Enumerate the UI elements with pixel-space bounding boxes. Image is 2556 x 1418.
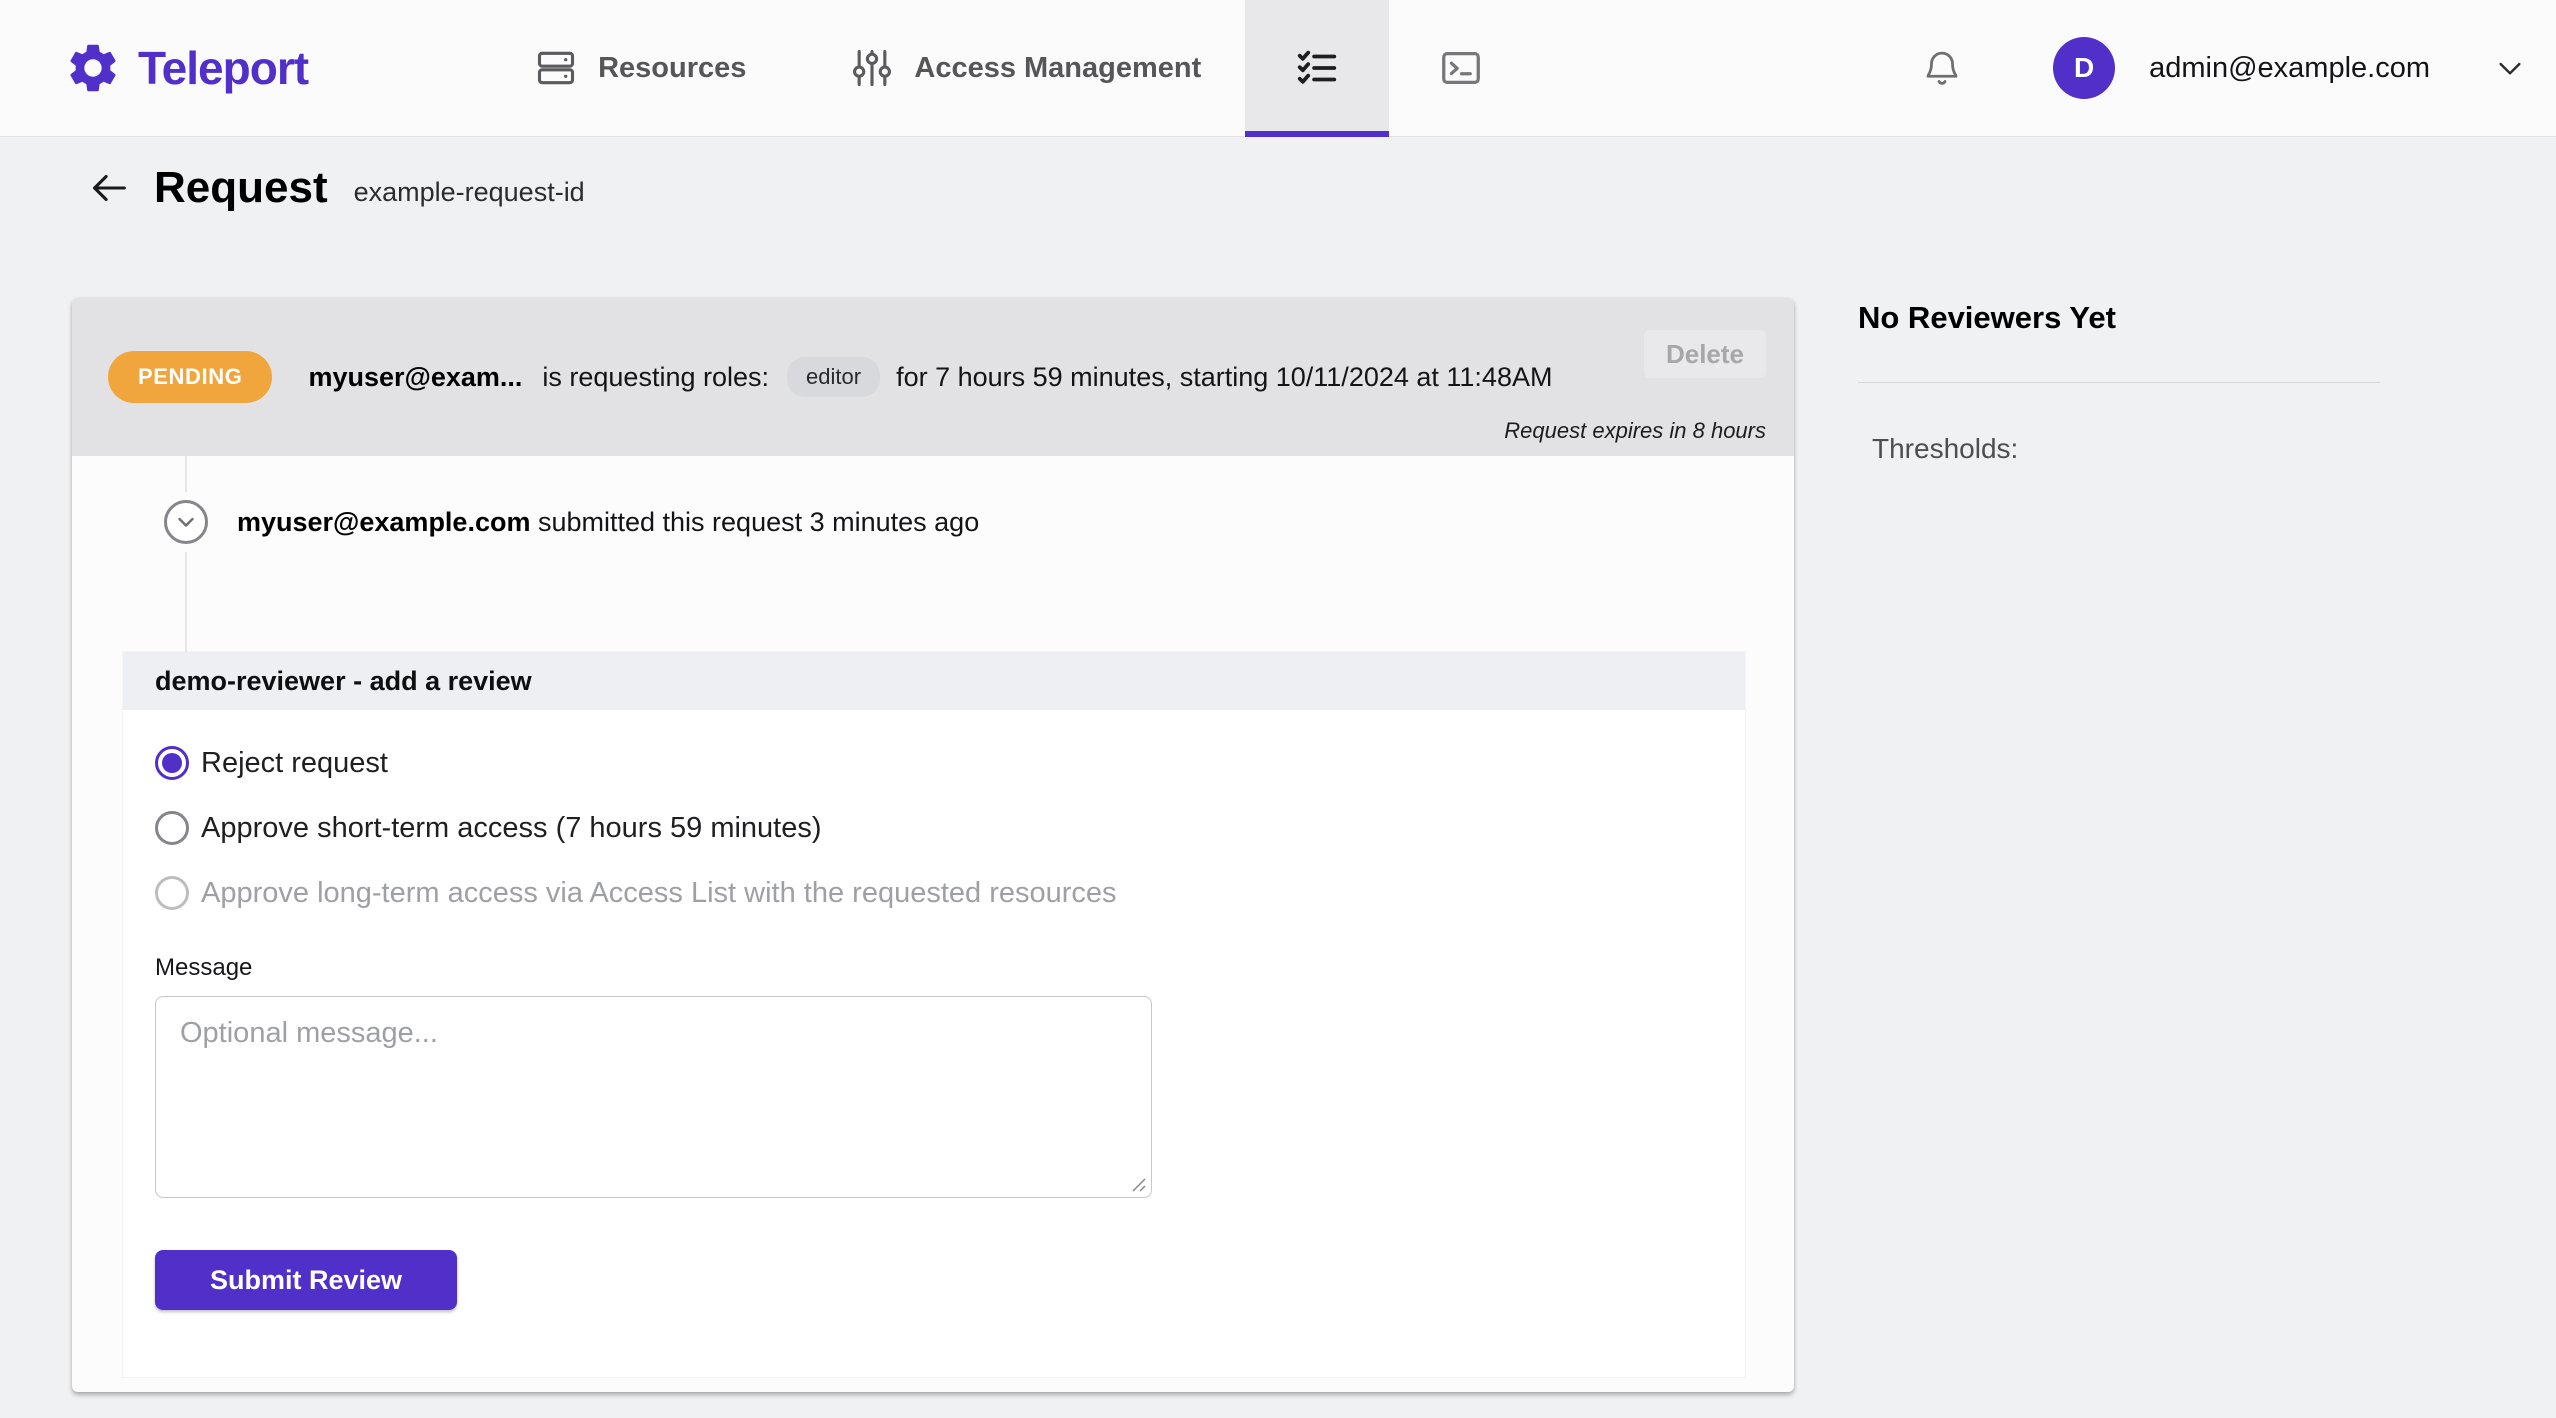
radio-selected-icon[interactable] bbox=[155, 746, 189, 780]
message-label: Message bbox=[155, 954, 253, 981]
nav-item-access-management[interactable]: Access Management bbox=[850, 0, 1201, 137]
top-nav: Teleport Resources Access Management D a… bbox=[0, 0, 2556, 137]
notifications-bell-icon[interactable] bbox=[1921, 45, 1963, 91]
chevron-down-icon[interactable] bbox=[2494, 52, 2526, 84]
reviewers-panel: No Reviewers Yet Thresholds: bbox=[1858, 300, 2380, 465]
role-badge: editor bbox=[787, 357, 881, 397]
reviewers-title: No Reviewers Yet bbox=[1858, 300, 2116, 335]
checklist-icon bbox=[1298, 50, 1337, 84]
user-email[interactable]: admin@example.com bbox=[2149, 52, 2430, 85]
radio-option-reject[interactable]: Reject request bbox=[155, 746, 1713, 780]
servers-icon bbox=[538, 51, 575, 85]
sliders-icon bbox=[853, 49, 892, 87]
duration-text: for 7 hours 59 minutes, starting 10/11/2… bbox=[896, 361, 1553, 392]
timeline-event-text: submitted this request 3 minutes ago bbox=[530, 507, 980, 537]
timeline-line bbox=[185, 456, 187, 652]
requesting-text: is requesting roles: bbox=[542, 361, 770, 392]
request-summary-bar: PENDING myuser@exam... is requesting rol… bbox=[72, 298, 1794, 456]
chevron-down-icon bbox=[178, 517, 194, 527]
request-card: PENDING myuser@exam... is requesting rol… bbox=[72, 298, 1794, 1392]
radio-option-approve-short-term[interactable]: Approve short-term access (7 hours 59 mi… bbox=[155, 811, 1713, 845]
gear-logo-icon bbox=[70, 44, 116, 92]
radio-option-label: Reject request bbox=[201, 746, 388, 779]
timeline-collapse-toggle[interactable] bbox=[164, 500, 208, 544]
radio-option-label: Approve long-term access via Access List… bbox=[201, 876, 1117, 909]
status-badge: PENDING bbox=[108, 351, 273, 403]
teleport-logo[interactable]: Teleport bbox=[64, 39, 309, 97]
reviewers-divider bbox=[1858, 382, 2380, 383]
avatar-initial: D bbox=[2073, 52, 2095, 83]
tab-access-requests[interactable] bbox=[1245, 0, 1390, 137]
radio-disabled-icon bbox=[155, 876, 189, 910]
expires-text: Request expires in 8 hours bbox=[1504, 418, 1766, 443]
user-avatar[interactable]: D bbox=[2053, 37, 2116, 99]
back-arrow-icon[interactable] bbox=[86, 165, 132, 211]
review-box: demo-reviewer - add a review Reject requ… bbox=[123, 652, 1745, 1377]
timeline-event-user: myuser@example.com bbox=[237, 507, 531, 537]
submit-review-button[interactable]: Submit Review bbox=[155, 1250, 457, 1310]
nav-item-label: Resources bbox=[598, 51, 747, 84]
page-title: Request bbox=[154, 163, 328, 212]
timeline-event: myuser@example.com submitted this reques… bbox=[237, 507, 979, 538]
tab-console[interactable] bbox=[1389, 0, 1533, 137]
message-input[interactable] bbox=[155, 996, 1152, 1198]
radio-option-approve-long-term[interactable]: Approve long-term access via Access List… bbox=[155, 876, 1713, 910]
review-header: demo-reviewer - add a review bbox=[123, 652, 1745, 710]
thresholds-label: Thresholds: bbox=[1872, 433, 2019, 464]
review-body: Reject request Approve short-term access… bbox=[123, 710, 1745, 1310]
nav-item-resources[interactable]: Resources bbox=[534, 0, 746, 137]
requester-name: myuser@exam... bbox=[308, 361, 523, 392]
nav-item-label: Access Management bbox=[914, 51, 1202, 84]
request-id: example-request-id bbox=[353, 176, 585, 207]
radio-option-label: Approve short-term access (7 hours 59 mi… bbox=[201, 811, 822, 844]
radio-unselected-icon[interactable] bbox=[155, 811, 189, 845]
delete-button[interactable]: Delete bbox=[1644, 330, 1766, 378]
page-header: Request example-request-id bbox=[86, 163, 585, 213]
brand-name: Teleport bbox=[138, 42, 309, 94]
message-input-wrap bbox=[155, 996, 1152, 1198]
terminal-icon bbox=[1442, 51, 1481, 85]
